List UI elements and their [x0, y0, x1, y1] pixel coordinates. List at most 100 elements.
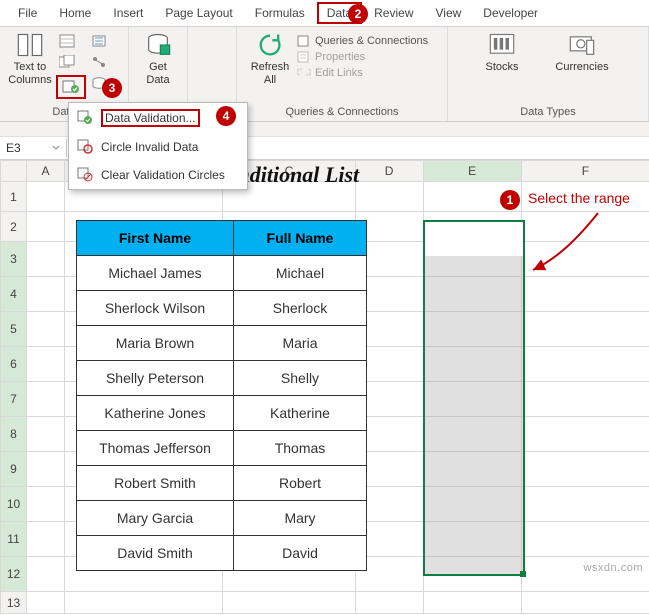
queries-connections-button[interactable]: Queries & Connections	[297, 33, 428, 49]
row-header[interactable]: 8	[1, 417, 27, 452]
cell[interactable]	[521, 522, 649, 557]
cell[interactable]	[223, 592, 355, 614]
cell[interactable]	[521, 592, 649, 614]
table-cell-full-name: David	[234, 536, 367, 571]
tab-view[interactable]: View	[426, 2, 472, 24]
row-header[interactable]: 5	[1, 312, 27, 347]
cell[interactable]	[27, 347, 65, 382]
consolidate-button[interactable]	[88, 31, 110, 51]
tab-file[interactable]: File	[8, 2, 47, 24]
row-header[interactable]: 11	[1, 522, 27, 557]
text-to-columns-button[interactable]: Text to Columns	[6, 31, 54, 86]
header-full-name: Full Name	[234, 221, 367, 256]
cell[interactable]	[27, 452, 65, 487]
row-header[interactable]: 9	[1, 452, 27, 487]
select-all-corner[interactable]	[1, 161, 27, 182]
table-cell-full-name: Shelly	[234, 361, 367, 396]
currencies-data-type-button[interactable]: Currencies	[550, 31, 614, 74]
worksheet-grid[interactable]: A B C D E F 12345678910111213 Creating C…	[0, 160, 649, 614]
table-cell-first-name: Sherlock Wilson	[77, 291, 234, 326]
row-header[interactable]: 7	[1, 382, 27, 417]
tab-formulas[interactable]: Formulas	[245, 2, 315, 24]
tab-insert[interactable]: Insert	[103, 2, 153, 24]
remove-duplicates-icon	[59, 55, 75, 69]
cell[interactable]	[27, 182, 65, 212]
cell[interactable]	[27, 417, 65, 452]
table-cell-first-name: Shelly Peterson	[77, 361, 234, 396]
row-header[interactable]: 1	[1, 182, 27, 212]
cell[interactable]	[521, 452, 649, 487]
badge-1: 1	[500, 190, 520, 210]
row-header[interactable]: 13	[1, 592, 27, 614]
stocks-icon	[488, 31, 516, 59]
consolidate-icon	[91, 34, 107, 48]
table-cell-full-name: Katherine	[234, 396, 367, 431]
table-cell-full-name: Maria	[234, 326, 367, 361]
table-cell-full-name: Sherlock	[234, 291, 367, 326]
selected-range[interactable]	[423, 220, 525, 576]
cell[interactable]	[521, 277, 649, 312]
tab-review[interactable]: Review	[364, 2, 423, 24]
row-header[interactable]: 10	[1, 487, 27, 522]
get-data-icon	[144, 31, 172, 59]
refresh-icon	[256, 31, 284, 59]
data-validation-icon	[77, 110, 93, 126]
tab-home[interactable]: Home	[49, 2, 101, 24]
col-header-F[interactable]: F	[521, 161, 649, 182]
cell[interactable]	[355, 592, 423, 614]
table-cell-full-name: Thomas	[234, 431, 367, 466]
properties-button: Properties	[297, 49, 428, 65]
menu-item-circle-invalid[interactable]: Circle Invalid Data	[69, 133, 247, 161]
cell[interactable]	[65, 592, 223, 614]
cell[interactable]	[27, 522, 65, 557]
cell[interactable]	[27, 312, 65, 347]
row-header[interactable]: 2	[1, 212, 27, 242]
row-header[interactable]: 3	[1, 242, 27, 277]
annotation-arrow	[528, 208, 608, 278]
badge-4: 4	[216, 106, 236, 126]
refresh-all-label: Refresh All	[251, 61, 290, 86]
chevron-down-icon	[52, 144, 60, 152]
row-header[interactable]: 6	[1, 347, 27, 382]
active-cell[interactable]	[425, 222, 523, 256]
remove-duplicates-button[interactable]	[56, 52, 78, 72]
name-box[interactable]: E3	[0, 139, 67, 157]
cell[interactable]	[521, 347, 649, 382]
cell[interactable]	[521, 312, 649, 347]
cell[interactable]	[521, 417, 649, 452]
cell[interactable]	[27, 242, 65, 277]
cell[interactable]	[27, 277, 65, 312]
data-validation-split-button[interactable]	[56, 75, 86, 99]
cell[interactable]	[27, 212, 65, 242]
stocks-data-type-button[interactable]: Stocks	[472, 31, 532, 74]
table-cell-first-name: Thomas Jefferson	[77, 431, 234, 466]
table-cell-full-name: Robert	[234, 466, 367, 501]
cell[interactable]	[27, 487, 65, 522]
cell[interactable]	[27, 592, 65, 614]
cell[interactable]	[27, 557, 65, 592]
get-data-button[interactable]: Get Data	[135, 31, 181, 86]
data-validation-icon	[62, 80, 80, 94]
col-header-E[interactable]: E	[423, 161, 521, 182]
cell[interactable]	[27, 382, 65, 417]
table-cell-first-name: Robert Smith	[77, 466, 234, 501]
relationships-icon	[91, 55, 107, 69]
relationships-button[interactable]	[88, 52, 110, 72]
flash-fill-button[interactable]	[56, 31, 78, 51]
properties-icon	[297, 50, 311, 64]
row-header[interactable]: 4	[1, 277, 27, 312]
refresh-all-button[interactable]: Refresh All	[243, 31, 297, 86]
menu-item-clear-circles[interactable]: Clear Validation Circles	[69, 161, 247, 189]
row-header[interactable]: 12	[1, 557, 27, 592]
stocks-label: Stocks	[485, 61, 518, 74]
edit-links-button: Edit Links	[297, 65, 428, 81]
badge-2: 2	[348, 4, 368, 24]
cell[interactable]	[521, 487, 649, 522]
tab-developer[interactable]: Developer	[473, 2, 548, 24]
table-cell-first-name: Maria Brown	[77, 326, 234, 361]
cell[interactable]	[423, 592, 521, 614]
tab-page-layout[interactable]: Page Layout	[155, 2, 242, 24]
flash-fill-icon	[59, 34, 75, 48]
col-header-A[interactable]: A	[27, 161, 65, 182]
cell[interactable]	[521, 382, 649, 417]
